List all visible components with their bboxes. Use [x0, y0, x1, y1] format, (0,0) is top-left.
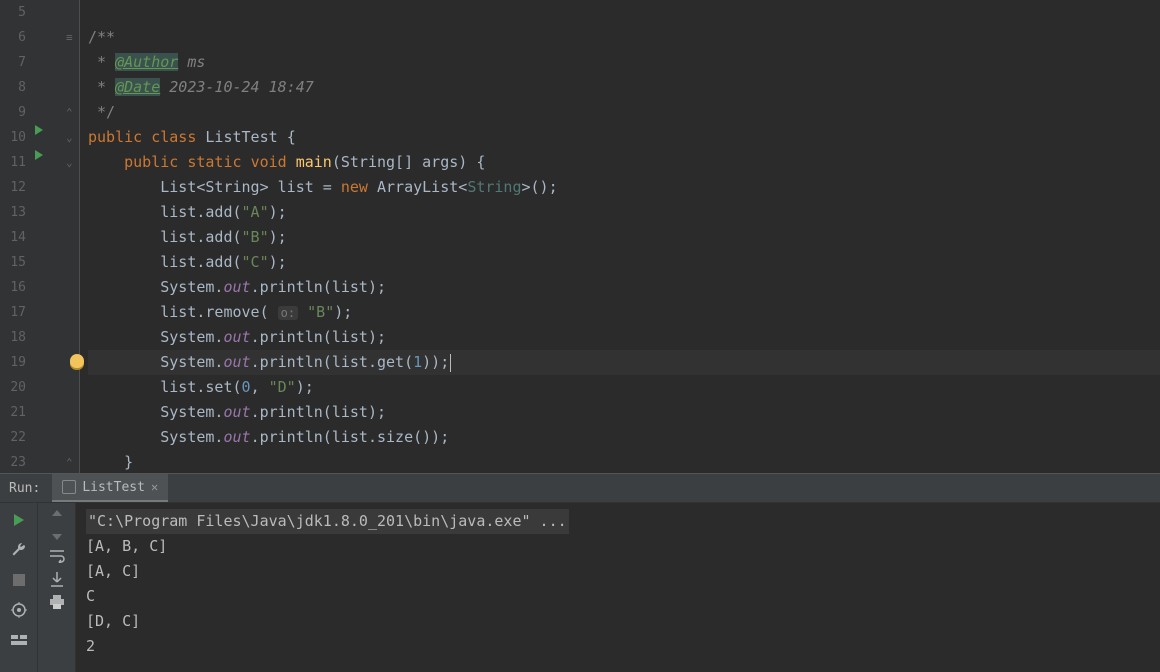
code-line[interactable]: */ — [88, 100, 1160, 125]
code-editor[interactable]: /** * @Author ms * @Date 2023-10-24 18:4… — [80, 0, 1160, 473]
print-icon[interactable] — [49, 595, 65, 609]
code-line[interactable]: /** — [88, 25, 1160, 50]
console-line: [A, C] — [86, 559, 1150, 584]
code-line[interactable]: list.add("A"); — [88, 200, 1160, 225]
line-number[interactable]: 10 — [0, 125, 26, 150]
line-number[interactable]: 13 — [0, 200, 26, 225]
run-tab-listtest[interactable]: ListTest ✕ — [52, 474, 168, 502]
line-number[interactable]: 6 — [0, 25, 26, 50]
code-line[interactable]: * @Date 2023-10-24 18:47 — [88, 75, 1160, 100]
run-gutter — [34, 0, 60, 473]
fold-gutter[interactable]: ≡⌃⌄⌄⌃ — [60, 0, 80, 473]
line-number[interactable]: 19 — [0, 350, 26, 375]
line-number[interactable]: 8 — [0, 75, 26, 100]
line-number[interactable]: 5 — [0, 0, 26, 25]
run-label: Run: — [9, 481, 40, 496]
run-toolbar-secondary — [38, 503, 76, 672]
dump-threads-icon[interactable] — [8, 599, 30, 621]
run-tab-label: ListTest — [82, 480, 145, 495]
code-line[interactable]: System.out.println(list.get(1)); — [88, 350, 1160, 375]
console-line: [A, B, C] — [86, 534, 1150, 559]
console-line: 2 — [86, 634, 1150, 659]
console-line: C — [86, 584, 1150, 609]
up-icon[interactable] — [51, 509, 63, 521]
line-number[interactable]: 16 — [0, 275, 26, 300]
code-line[interactable]: list.set(0, "D"); — [88, 375, 1160, 400]
line-number[interactable]: 17 — [0, 300, 26, 325]
code-line[interactable]: System.out.println(list.size()); — [88, 425, 1160, 450]
code-line[interactable]: System.out.println(list); — [88, 325, 1160, 350]
scroll-to-end-icon[interactable] — [50, 571, 64, 587]
intention-bulb-icon[interactable] — [70, 354, 84, 368]
run-tool-window: Run: ListTest ✕ — [0, 473, 1160, 672]
console-line: [D, C] — [86, 609, 1150, 634]
line-number[interactable]: 9 — [0, 100, 26, 125]
console-line: "C:\Program Files\Java\jdk1.8.0_201\bin\… — [86, 509, 1150, 534]
line-number[interactable]: 21 — [0, 400, 26, 425]
down-icon[interactable] — [51, 529, 63, 541]
code-line[interactable]: list.add("B"); — [88, 225, 1160, 250]
line-number[interactable]: 23 — [0, 450, 26, 473]
line-number[interactable]: 15 — [0, 250, 26, 275]
code-line[interactable]: System.out.println(list); — [88, 275, 1160, 300]
fold-toggle-icon[interactable]: ⌃ — [66, 450, 73, 473]
run-marker-icon[interactable] — [34, 150, 60, 175]
line-number[interactable]: 18 — [0, 325, 26, 350]
fold-toggle-icon[interactable]: ⌄ — [66, 125, 73, 150]
stop-icon[interactable] — [8, 569, 30, 591]
fold-toggle-icon[interactable]: ⌃ — [66, 100, 73, 125]
code-line[interactable]: } — [88, 450, 1160, 473]
code-line[interactable]: List<String> list = new ArrayList<String… — [88, 175, 1160, 200]
line-number[interactable]: 7 — [0, 50, 26, 75]
code-line[interactable]: System.out.println(list); — [88, 400, 1160, 425]
code-line[interactable]: * @Author ms — [88, 50, 1160, 75]
run-config-icon — [62, 480, 76, 494]
rerun-icon[interactable] — [8, 509, 30, 531]
wrench-icon[interactable] — [8, 539, 30, 561]
fold-toggle-icon[interactable]: ≡ — [66, 25, 73, 50]
line-number[interactable]: 11 — [0, 150, 26, 175]
fold-toggle-icon[interactable]: ⌄ — [66, 150, 73, 175]
code-line[interactable] — [88, 0, 1160, 25]
line-number[interactable]: 22 — [0, 425, 26, 450]
code-line[interactable]: list.add("C"); — [88, 250, 1160, 275]
line-number[interactable]: 12 — [0, 175, 26, 200]
console-output[interactable]: "C:\Program Files\Java\jdk1.8.0_201\bin\… — [76, 503, 1160, 672]
layout-icon[interactable] — [8, 629, 30, 651]
line-number[interactable]: 14 — [0, 225, 26, 250]
code-line[interactable]: list.remove( o: "B"); — [88, 300, 1160, 325]
code-line[interactable]: public static void main(String[] args) { — [88, 150, 1160, 175]
close-icon[interactable]: ✕ — [151, 480, 158, 494]
line-number[interactable]: 20 — [0, 375, 26, 400]
soft-wrap-icon[interactable] — [49, 549, 65, 563]
run-marker-icon[interactable] — [34, 125, 60, 150]
line-number-gutter[interactable]: 567891011121314151617181920212223 — [0, 0, 34, 473]
text-caret — [450, 354, 451, 372]
editor-area: 567891011121314151617181920212223 ≡⌃⌄⌄⌃ … — [0, 0, 1160, 473]
run-toolbar-primary — [0, 503, 38, 672]
code-line[interactable]: public class ListTest { — [88, 125, 1160, 150]
run-tabbar: Run: ListTest ✕ — [0, 474, 1160, 503]
